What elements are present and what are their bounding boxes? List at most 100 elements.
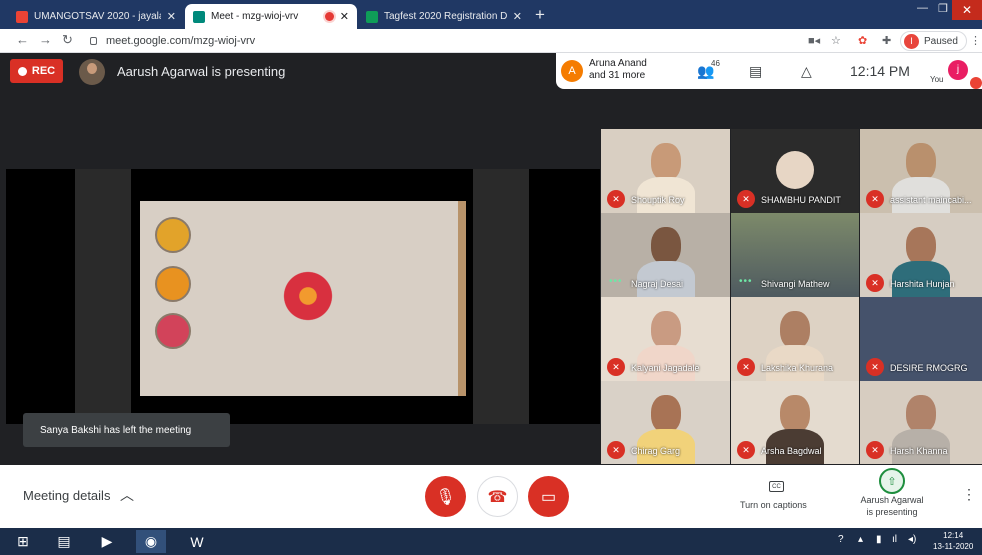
mic-off-icon: ✕ <box>737 358 755 376</box>
back-icon[interactable]: ← <box>16 32 29 47</box>
participant-name: Arsha Bagdwal <box>761 446 822 456</box>
leave-call-button[interactable]: ☎ <box>477 476 518 517</box>
rose-petal-bowl-icon <box>155 313 191 349</box>
meeting-details-button[interactable]: Meeting details <box>23 488 110 503</box>
extension-icon[interactable]: ✿ <box>858 34 867 47</box>
media-player-icon[interactable]: ▶ <box>92 530 122 553</box>
new-tab-button[interactable]: + <box>535 5 545 25</box>
closed-captions-icon[interactable]: CC <box>769 481 784 492</box>
speaking-indicator-icon: ••• <box>739 276 753 287</box>
record-icon <box>17 66 27 76</box>
participant-tile[interactable]: ✕ Arsha Bagdwal <box>731 381 859 464</box>
participant-tile[interactable]: ✕ Kalyani Jagadale <box>601 297 730 381</box>
notification-badge <box>970 77 982 89</box>
close-icon[interactable]: ✕ <box>167 10 176 23</box>
participant-face <box>780 311 810 349</box>
marigold-bowl-icon <box>155 266 191 302</box>
speaking-indicator-icon: ••• <box>609 276 623 287</box>
captions-button[interactable]: Turn on captions <box>740 500 807 510</box>
participant-tile[interactable]: ✕ Harsh Khanna <box>860 381 982 464</box>
image-frame-edge <box>458 201 466 396</box>
participant-avatar: A <box>561 60 583 82</box>
meet-top-right-panel: A Aruna Anand and 31 more 👥 46 ▤ △ 12:14… <box>556 53 982 89</box>
chevron-up-icon[interactable]: ︿ <box>120 485 134 505</box>
meet-controls-bar: Meeting details ︿ 🎙 ☎ ▭ CC Turn on capti… <box>0 465 982 528</box>
participant-face <box>650 143 681 181</box>
system-clock[interactable]: 12:14 13-11-2020 <box>933 530 973 552</box>
present-screen-button[interactable]: ⇧ <box>879 468 905 494</box>
windows-taskbar: ⊞ ▤ ▶ ◉ W ? ▴ ▮ ıl ◂) 12:14 13-11-2020 <box>0 528 982 555</box>
mic-toggle-button[interactable]: 🎙 <box>425 476 466 517</box>
volume-icon[interactable]: ◂) <box>908 534 916 545</box>
network-icon[interactable]: ▮ <box>876 534 882 545</box>
mic-off-icon: ✕ <box>737 441 755 459</box>
present-icon: ⇧ <box>887 475 897 488</box>
participant-tile[interactable]: ✕ Shouptik Roy <box>601 129 730 213</box>
camera-icon[interactable]: ■◂ <box>808 34 820 47</box>
chrome-menu-icon[interactable]: ⋮ <box>970 34 981 47</box>
close-icon[interactable]: ✕ <box>340 10 349 23</box>
participant-face <box>650 227 681 265</box>
profile-paused-button[interactable]: I Paused <box>900 31 967 51</box>
participant-tile[interactable]: ••• Shivangi Mathew <box>731 213 859 297</box>
participant-tile[interactable]: ✕ assistant maincabi... <box>860 129 982 213</box>
stage-side-panel <box>473 169 529 424</box>
activities-icon[interactable]: △ <box>801 63 812 80</box>
chat-icon[interactable]: ▤ <box>749 63 762 80</box>
you-avatar[interactable]: j <box>948 60 968 80</box>
profile-avatar: I <box>904 33 919 49</box>
participant-tile[interactable]: ••• Nagraj Desai <box>601 213 730 297</box>
more-options-icon[interactable]: ⋮ <box>962 486 976 503</box>
start-button[interactable]: ⊞ <box>8 530 38 553</box>
lock-icon <box>90 37 97 45</box>
url-field[interactable]: meet.google.com/mzg-wioj-vrv <box>82 31 800 51</box>
camera-toggle-button[interactable]: ▭ <box>528 476 569 517</box>
word-icon[interactable]: W <box>182 530 212 553</box>
bookmark-star-icon[interactable]: ☆ <box>831 34 841 47</box>
participant-name: DESIRE RMOGRG <box>890 363 968 373</box>
mic-off-icon: ✕ <box>866 274 884 292</box>
participant-tile[interactable]: ✕ Chirag Garg <box>601 381 730 464</box>
help-icon[interactable]: ? <box>838 534 844 545</box>
url-text: meet.google.com/mzg-wioj-vrv <box>106 35 256 47</box>
participant-name: Chirag Garg <box>631 446 681 456</box>
gmail-icon <box>16 10 28 23</box>
forward-icon[interactable]: → <box>39 32 52 47</box>
tray-chevron-icon[interactable]: ▴ <box>858 534 863 545</box>
tab-meet[interactable]: Meet - mzg-wioj-vrv ✕ <box>185 4 357 29</box>
tab-sheets[interactable]: Tagfest 2020 Registration Details ✕ <box>358 4 530 29</box>
participant-name: Lakshika Khurana <box>761 363 834 373</box>
file-explorer-icon[interactable]: ▤ <box>49 530 79 553</box>
presenting-status: Aarush Agarwal is presenting <box>850 494 934 518</box>
you-label: You <box>930 75 944 84</box>
close-window-button[interactable]: ✕ <box>952 0 982 20</box>
sheets-icon <box>366 10 378 23</box>
tab-gmail[interactable]: UMANGOTSAV 2020 - jayalakshm ✕ <box>8 4 184 29</box>
participant-tile[interactable]: ✕ Harshita Hunjan <box>860 213 982 297</box>
clock-date: 13-11-2020 <box>933 542 974 551</box>
participant-tile[interactable]: ✕ DESIRE RMOGRG <box>860 297 982 381</box>
participant-face <box>906 395 936 433</box>
meeting-clock: 12:14 PM <box>850 63 910 79</box>
mic-off-icon: 🎙 <box>435 488 456 506</box>
minimize-icon[interactable]: — <box>917 2 928 14</box>
mic-off-icon: ✕ <box>607 441 625 459</box>
participants-preview[interactable]: Aruna Anand and 31 more <box>589 58 647 82</box>
maximize-icon[interactable]: ❐ <box>938 2 948 15</box>
participant-tile[interactable]: ✕ SHAMBHU PANDIT <box>731 129 859 213</box>
presenter-banner: Aarush Agarwal is presenting <box>117 64 286 79</box>
participant-tile[interactable]: ✕ Lakshika Khurana <box>731 297 859 381</box>
tab-title: UMANGOTSAV 2020 - jayalakshm <box>34 11 161 22</box>
participant-more: and 31 more <box>589 70 646 81</box>
mic-off-icon: ✕ <box>866 190 884 208</box>
browser-tab-strip: UMANGOTSAV 2020 - jayalakshm ✕ Meet - mz… <box>0 0 982 29</box>
puzzle-icon[interactable]: ✚ <box>882 34 891 47</box>
participant-face <box>906 227 936 265</box>
participant-name: Harsh Khanna <box>890 446 948 456</box>
close-icon[interactable]: ✕ <box>513 10 522 23</box>
participant-name: Nagraj Desai <box>631 279 684 289</box>
presenter-avatar <box>79 59 105 85</box>
flower-rangoli-icon <box>281 269 335 323</box>
chrome-taskbar-icon[interactable]: ◉ <box>136 530 166 553</box>
reload-icon[interactable]: ↻ <box>62 32 73 48</box>
